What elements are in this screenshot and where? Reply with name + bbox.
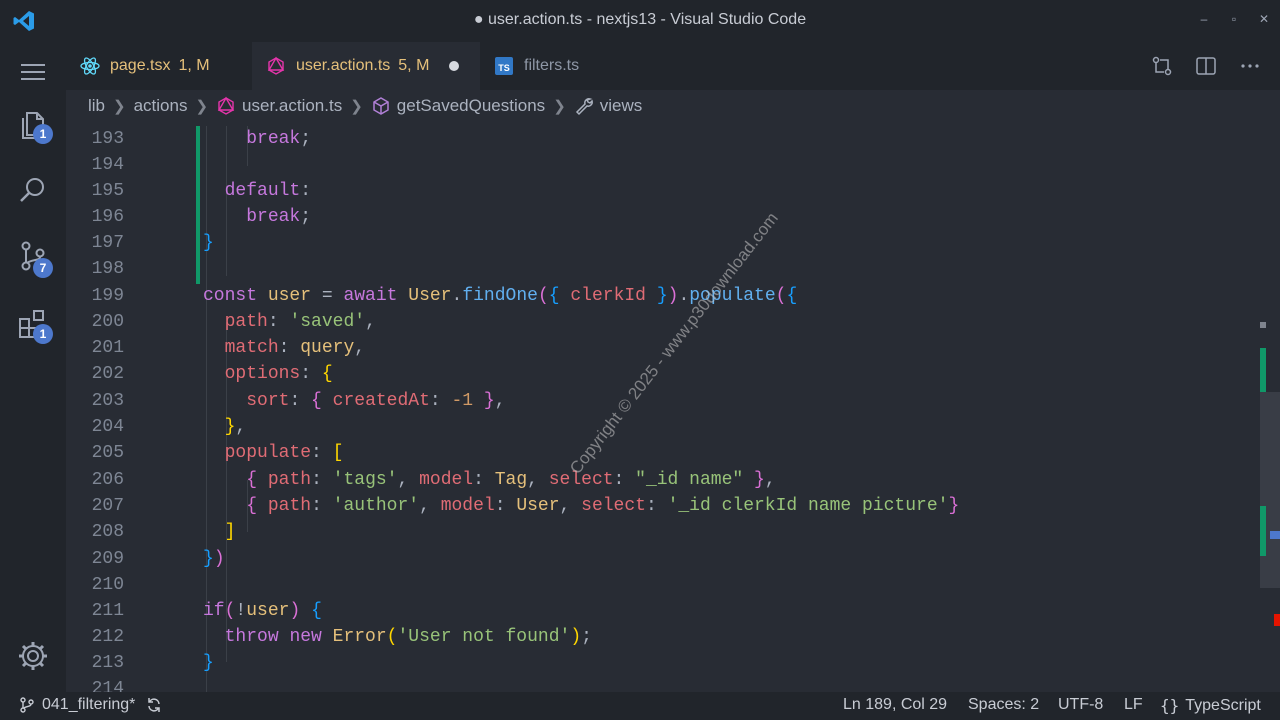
close-window-button[interactable]: ✕	[1254, 12, 1274, 26]
tab-status: 5, M	[398, 57, 430, 74]
breadcrumb-actions[interactable]: actions	[134, 96, 188, 116]
search-icon	[20, 178, 44, 202]
breadcrumb-variable[interactable]: views	[600, 96, 643, 116]
code-line: 199 const user = await User.findOne({ cle…	[91, 286, 798, 306]
explorer-badge: 1	[33, 124, 53, 144]
explorer-button[interactable]: 1	[0, 94, 66, 154]
chevron-right-icon: ❯	[350, 98, 363, 115]
code-line: 211 if(!user) {	[91, 601, 322, 621]
tab-user-action-ts[interactable]: user.action.ts 5, M	[252, 42, 480, 90]
breadcrumb: lib ❯ actions ❯ user.action.ts ❯ getSave…	[88, 92, 642, 120]
menu-button[interactable]	[0, 42, 66, 102]
code-line: 203 sort: { createdAt: -1 },	[91, 391, 506, 411]
branch-name: 041_filtering*	[42, 696, 136, 713]
code-line: 209})	[91, 549, 225, 569]
indentation[interactable]: Spaces: 2	[968, 696, 1039, 714]
code-editor[interactable]: 193 break; 194 195 default: 196 break; 1…	[66, 126, 1260, 692]
wrench-icon	[574, 96, 594, 116]
chevron-right-icon: ❯	[113, 98, 126, 115]
cursor-position[interactable]: Ln 189, Col 29	[843, 696, 947, 714]
svg-text:TS: TS	[498, 63, 510, 73]
scrollbar-thumb[interactable]	[1260, 392, 1280, 588]
react-icon	[80, 56, 100, 76]
language-label: TypeScript	[1185, 696, 1261, 714]
minimize-button[interactable]: –	[1194, 12, 1214, 26]
graphql-icon	[216, 96, 236, 116]
maximize-button[interactable]: ▫	[1224, 12, 1244, 26]
tab-label: filters.ts	[524, 57, 580, 74]
chevron-right-icon: ❯	[553, 98, 566, 115]
breadcrumb-function[interactable]: getSavedQuestions	[397, 96, 545, 116]
end-of-line[interactable]: LF	[1124, 696, 1143, 714]
tab-bar: page.tsx 1, M user.action.ts 5, M TS fil…	[66, 42, 1280, 90]
braces-icon: {}	[1160, 696, 1180, 715]
code-line: 206 { path: 'tags', model: Tag, select: …	[91, 470, 776, 490]
editor-scrollbar[interactable]	[1260, 126, 1280, 692]
typescript-icon: TS	[494, 56, 514, 76]
breadcrumb-file[interactable]: user.action.ts	[242, 96, 342, 116]
code-line: 198	[91, 259, 124, 279]
tab-page-tsx[interactable]: page.tsx 1, M	[66, 42, 252, 90]
manage-button[interactable]	[0, 626, 66, 686]
more-actions-icon[interactable]	[1238, 54, 1262, 78]
code-line: 208 ]	[91, 522, 236, 542]
git-branch-icon	[18, 696, 36, 714]
split-editor-icon[interactable]	[1194, 54, 1218, 78]
compare-changes-icon[interactable]	[1150, 54, 1174, 78]
code-line: 210	[91, 575, 124, 595]
code-line: 204 },	[91, 417, 247, 437]
tab-label: page.tsx	[110, 57, 171, 74]
code-line: 200 path: 'saved',	[91, 312, 376, 332]
source-control-button[interactable]: 7	[0, 226, 66, 286]
extensions-button[interactable]: 1	[0, 294, 66, 354]
chevron-right-icon: ❯	[195, 98, 209, 115]
cube-icon	[371, 96, 391, 116]
gear-icon	[19, 642, 47, 670]
search-button[interactable]	[0, 160, 66, 220]
encoding[interactable]: UTF-8	[1058, 696, 1103, 714]
source-control-badge: 7	[33, 258, 53, 278]
sync-icon[interactable]	[145, 696, 163, 714]
title-bar: ● user.action.ts - nextjs13 - Visual Stu…	[0, 0, 1280, 42]
tab-status: 1, M	[178, 57, 210, 74]
extensions-badge: 1	[33, 324, 53, 344]
code-line: 213}	[91, 653, 214, 673]
unsaved-dot-icon[interactable]	[449, 61, 460, 71]
window-title: ● user.action.ts - nextjs13 - Visual Stu…	[473, 11, 807, 28]
branch-indicator[interactable]: 041_filtering*	[18, 696, 163, 714]
status-bar: 041_filtering* Ln 189, Col 29 Spaces: 2 …	[0, 692, 1280, 720]
editor-actions	[1150, 54, 1262, 78]
tab-label: user.action.ts	[296, 57, 391, 74]
code-line: 195 default:	[91, 181, 312, 201]
hamburger-icon	[21, 64, 45, 80]
breadcrumb-lib[interactable]: lib	[88, 96, 105, 116]
code-line: 214	[91, 679, 124, 692]
code-line: 197}	[91, 233, 214, 253]
graphql-icon	[266, 56, 286, 76]
code-line: 205 populate: [	[91, 443, 344, 463]
code-line: 193 break;	[91, 129, 312, 149]
activity-bar: 1 7 1	[0, 42, 66, 692]
code-line: 194	[91, 155, 124, 175]
code-line: 212 throw new Error('User not found');	[91, 627, 592, 647]
code-line: 196 break;	[91, 207, 312, 227]
code-line: 207 { path: 'author', model: User, selec…	[91, 496, 960, 516]
tab-filters-ts[interactable]: TS filters.ts	[480, 42, 644, 90]
language-mode[interactable]: {} TypeScript	[1160, 696, 1261, 715]
